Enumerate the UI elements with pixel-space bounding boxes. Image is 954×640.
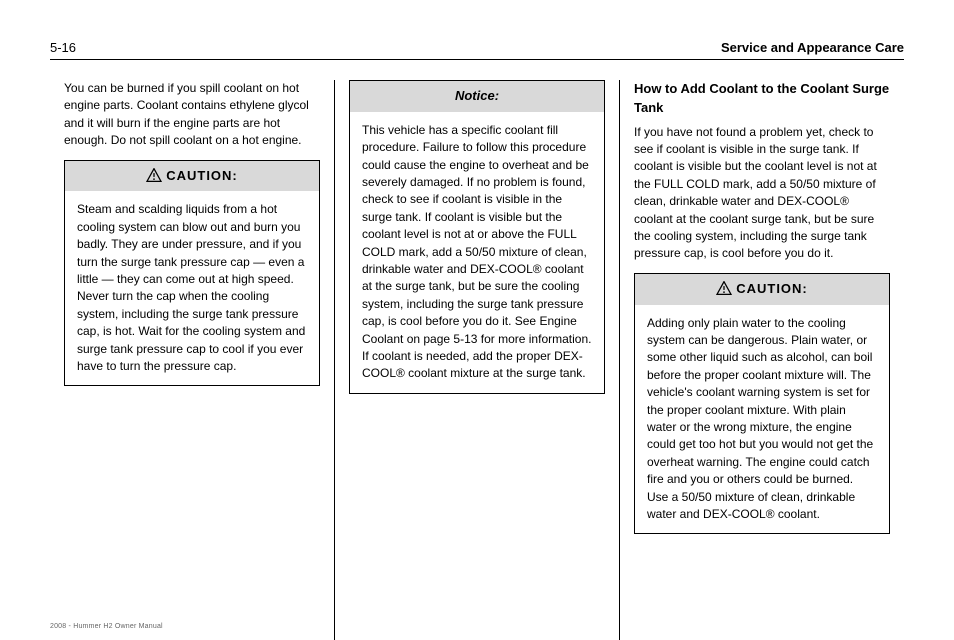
caution-body-2: Adding only plain water to the cooling s… bbox=[635, 305, 889, 534]
footer-line: 2008 - Hummer H2 Owner Manual bbox=[50, 623, 163, 630]
caution-label: CAUTION: bbox=[166, 168, 238, 183]
intro-text: You can be burned if you spill coolant o… bbox=[64, 80, 320, 150]
caution-box: CAUTION: Steam and scalding liquids from… bbox=[64, 160, 320, 387]
section-title: Service and Appearance Care bbox=[721, 40, 904, 55]
warning-triangle-icon bbox=[716, 281, 732, 295]
notice-box: Notice: This vehicle has a specific cool… bbox=[349, 80, 605, 394]
content-columns: You can be burned if you spill coolant o… bbox=[50, 80, 904, 640]
subheading: How to Add Coolant to the Coolant Surge … bbox=[634, 80, 890, 118]
col3-para1: If you have not found a problem yet, che… bbox=[634, 124, 890, 263]
column-2: Notice: This vehicle has a specific cool… bbox=[334, 80, 619, 640]
caution-label-2: CAUTION: bbox=[736, 281, 808, 296]
notice-header: Notice: bbox=[350, 81, 604, 112]
manual-page: 5-16 Service and Appearance Care You can… bbox=[0, 0, 954, 636]
caution-box-2: CAUTION: Adding only plain water to the … bbox=[634, 273, 890, 535]
column-1: You can be burned if you spill coolant o… bbox=[50, 80, 334, 640]
warning-triangle-icon bbox=[146, 168, 162, 182]
page-number: 5-16 bbox=[50, 40, 76, 55]
page-header: 5-16 Service and Appearance Care bbox=[50, 40, 904, 60]
caution-body: Steam and scalding liquids from a hot co… bbox=[65, 191, 319, 385]
notice-body: This vehicle has a specific coolant fill… bbox=[350, 112, 604, 393]
caution-header-2: CAUTION: bbox=[635, 274, 889, 305]
column-3: How to Add Coolant to the Coolant Surge … bbox=[619, 80, 904, 640]
caution-header: CAUTION: bbox=[65, 161, 319, 192]
